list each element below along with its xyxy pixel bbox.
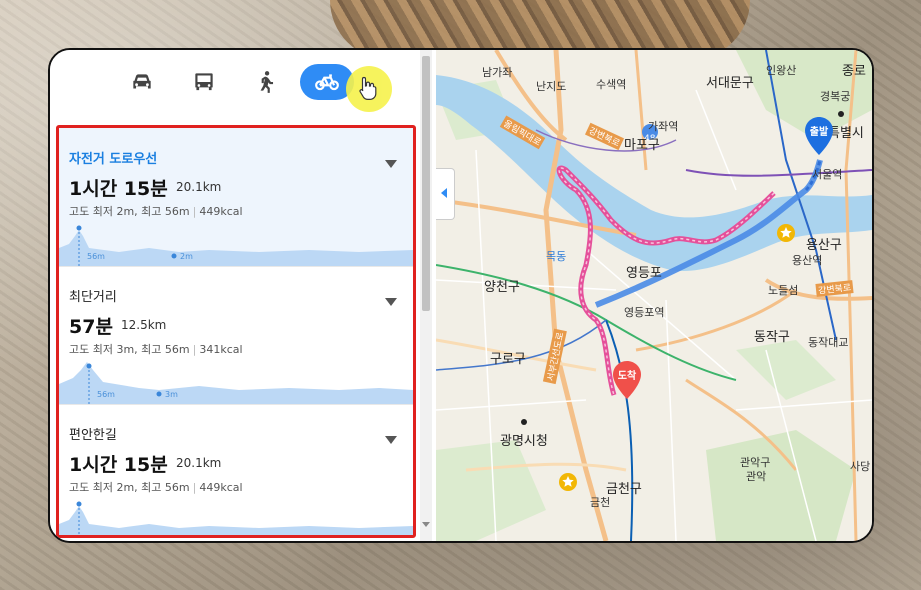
map-label-gurogu: 구로구 [490,352,526,367]
start-marker[interactable]: 출발 [804,116,834,156]
map-label-yangcheongu: 양천구 [484,280,520,295]
map-label-mapogu: 마포구 [624,138,660,153]
elevation-high-label: 56m [87,252,105,261]
panel-scrollbar[interactable] [420,50,432,541]
high-marker-dot [76,501,82,507]
bicycle-icon [315,74,339,91]
route-options-list: 자전거 도로우선 1시간 15분 20.1km 고도 최저 2m, 최고 56m | 44… [56,125,416,538]
high-marker-dot [86,363,92,369]
route-calories: 449kcal [199,205,243,218]
walk-mode-button[interactable] [246,64,286,100]
route-distance: 12.5km [121,318,167,332]
route-name: 자전거 도로우선 [69,152,158,167]
meta-separator: | [192,343,197,356]
elevation-area [59,230,413,266]
bus-mode-button[interactable] [184,64,224,100]
start-label: 출발 [809,127,829,138]
route-name: 최단거리 [69,290,117,305]
car-icon [133,74,151,89]
map-label-yongsangu: 용산구 [806,238,842,253]
map-label-dongjakgu: 동작구 [754,330,790,345]
low-marker-dot [156,391,162,397]
route-elevation-info: 고도 최저 2m, 최고 56m | 449kcal [69,479,243,495]
map-label-dongjak-bridge: 동작대교 [808,336,849,349]
route-duration: 1시간 15분 [69,454,168,476]
cursor-highlight [346,66,392,112]
end-marker[interactable]: 도착 [612,360,642,400]
map-label-namgajwa: 남가좌 [482,66,513,79]
route-elevation: 고도 최저 3m, 최고 56m [69,343,190,356]
route-elevation: 고도 최저 2m, 최고 56m [69,205,190,218]
map-window: 자전거 도로우선 1시간 15분 20.1km 고도 최저 2m, 최고 56m | 44… [48,48,874,543]
map-view[interactable]: 남가좌 수색역 서대문구 인왕산 종로 난지도 경복궁 가좌역 48 마포구 특… [436,50,872,541]
route-option[interactable]: 편안한길 1시간 15분 20.1km 고도 최저 2m, 최고 56m | 449kca… [59,404,413,535]
high-marker-dot [76,225,82,231]
map-label-gwanak-short: 관악 [746,470,767,483]
elevation-profile-chart [59,501,413,535]
elevation-low-label: 3m [165,390,178,399]
scrollbar-thumb[interactable] [422,56,430,311]
route-name: 편안한길 [69,428,117,443]
map-label-seoul-station: 서울역 [812,168,843,181]
map-label-gajwa: 가좌역 [648,120,679,133]
map-label-geumcheongu: 금천구 [606,482,642,497]
map-label-mokdong: 목동 [546,250,567,263]
elevation-profile-chart [59,225,413,266]
transport-mode-bar [50,50,436,120]
route-elevation-info: 고도 최저 3m, 최고 56m | 341kcal [69,341,243,357]
chevron-down-icon[interactable] [385,160,397,168]
route-option[interactable]: 최단거리 57분 12.5km 고도 최저 3m, 최고 56m | 341kcal 56m… [59,266,413,405]
map-label-geumcheon: 금천 [590,496,611,509]
elevation-low-label: 2m [180,252,193,261]
map-label-susaek: 수색역 [596,78,627,91]
route-duration: 57분 [69,316,113,338]
route-elevation-info: 고도 최저 2m, 최고 56m | 449kcal [69,203,243,219]
map-label-nanjido: 난지도 [536,80,567,93]
elevation-high-label: 56m [97,390,115,399]
end-label: 도착 [617,371,637,382]
map-label-sadang: 사당 [850,460,871,473]
map-label-jongno: 종로 [842,64,866,79]
route-duration: 1시간 15분 [69,178,168,200]
map-label-inwangsan: 인왕산 [766,64,797,77]
map-label-gyeongbok: 경복궁 [820,90,851,103]
meta-separator: | [192,205,197,218]
map-label-yeongdeungpo: 영등포 [626,266,662,281]
elevation-area [59,506,413,535]
car-mode-button[interactable] [122,64,162,100]
low-marker-dot [171,253,177,259]
map-label-nodeulseom: 노들섬 [768,284,799,297]
map-label-gwangmyeong: 광명시청 [500,434,548,449]
chevron-down-icon[interactable] [385,436,397,444]
scroll-down-arrow[interactable] [422,522,430,527]
route-calories: 449kcal [199,481,243,494]
route-calories: 341kcal [199,343,243,356]
route-distance: 20.1km [176,180,222,194]
panel-collapse-button[interactable] [436,168,455,220]
map-label-yeongdeungpo-station: 영등포역 [624,306,665,319]
bus-icon [195,73,213,91]
hand-pointer-icon [359,76,377,100]
route-option[interactable]: 자전거 도로우선 1시간 15분 20.1km 고도 최저 2m, 최고 56m | 44… [59,128,413,267]
map-label-yongsan-station: 용산역 [792,254,823,267]
chevron-down-icon[interactable] [385,298,397,306]
map-label-seodaemungu: 서대문구 [706,76,754,91]
meta-separator: | [192,481,197,494]
route-panel: 자전거 도로우선 1시간 15분 20.1km 고도 최저 2m, 최고 56m | 44… [50,50,436,541]
walk-icon [260,71,274,93]
route-distance: 20.1km [176,456,222,470]
route-elevation: 고도 최저 2m, 최고 56m [69,481,190,494]
